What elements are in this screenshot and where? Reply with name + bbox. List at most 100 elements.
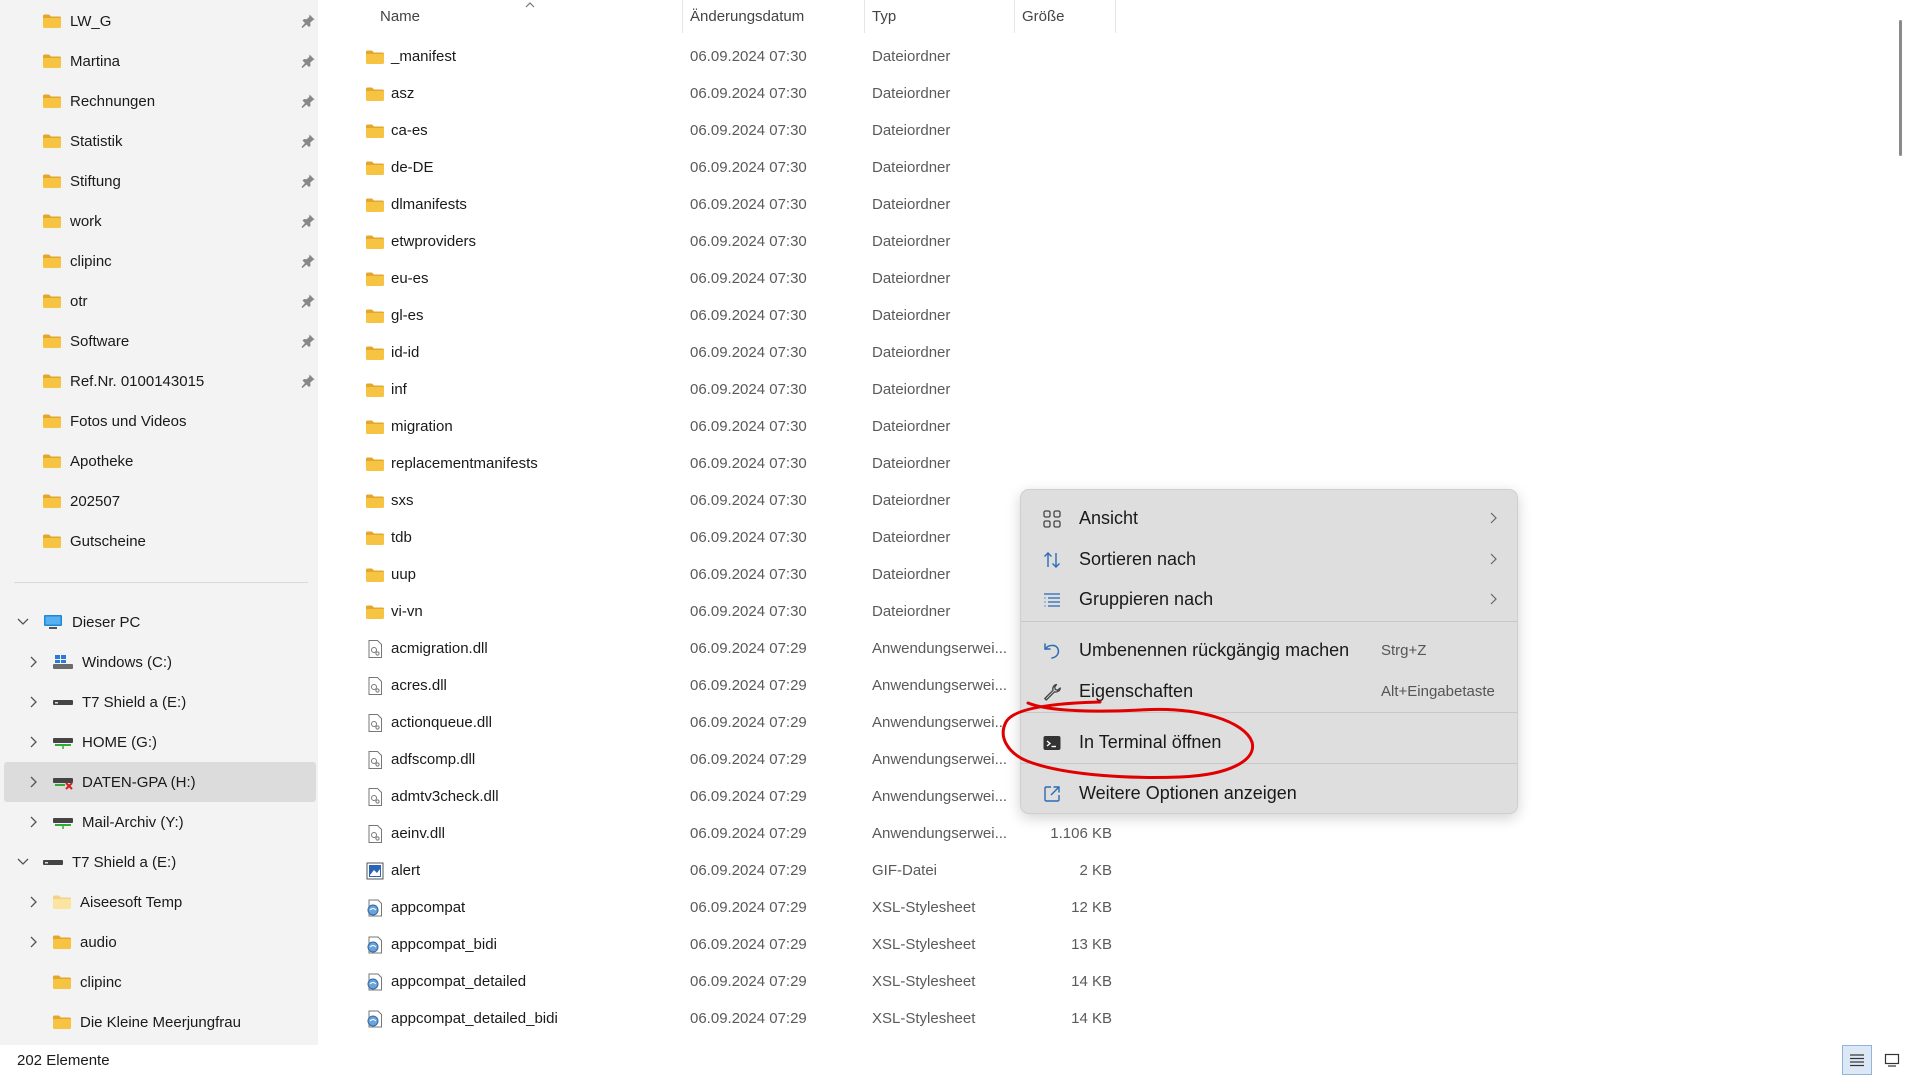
menu-item-umbenennen-rückgängig-machen[interactable]: Umbenennen rückgängig machen Strg+Z [1026,630,1512,670]
folder-icon [366,161,384,175]
sidebar-quick-access-item[interactable]: Statistik [4,121,316,161]
file-size [1012,38,1112,75]
sidebar-quick-access-item[interactable]: 202507 [4,481,316,521]
chevron-right-icon[interactable] [27,815,41,829]
pin-icon [301,374,315,388]
file-row[interactable]: alert 06.09.2024 07:29 GIF-Datei 2 KB [318,852,1878,889]
submenu-chevron-icon [1490,553,1497,565]
chevron-right-icon[interactable] [27,695,41,709]
menu-item-eigenschaften[interactable]: Eigenschaften Alt+Eingabetaste [1026,671,1512,711]
file-size: 13 KB [1071,936,1112,953]
folder-icon [43,414,61,428]
sidebar-item-label: otr [70,292,88,310]
sidebar-quick-access-item[interactable]: work [4,201,316,241]
file-name: dlmanifests [391,196,467,213]
file-row[interactable]: eu-es 06.09.2024 07:30 Dateiordner [318,260,1878,297]
menu-item-in-terminal-öffnen[interactable]: In Terminal öffnen [1026,722,1512,762]
file-type: Anwendungserwei... [872,714,1008,731]
sidebar-item-drive[interactable]: HOME (G:) [4,722,316,762]
file-row[interactable]: appcompat_detailed 06.09.2024 07:29 XSL-St… [318,963,1878,1000]
file-row[interactable]: appcompat 06.09.2024 07:29 XSL-Stylesheet 1… [318,889,1878,926]
sidebar-item-folder[interactable]: Die Kleine Meerjungfrau [4,1002,316,1042]
sidebar-item-t7-shield[interactable]: T7 Shield a (E:) [4,842,316,882]
file-name: appcompat_detailed_bidi [391,1010,558,1027]
sidebar-quick-access-item[interactable]: LW_G [4,1,316,41]
file-row[interactable]: _manifest 06.09.2024 07:30 Dateiordner [318,38,1878,75]
file-row[interactable]: replacementmanifests 06.09.2024 07:30 Date… [318,445,1878,482]
sidebar-quick-access-item[interactable]: Software [4,321,316,361]
file-row[interactable]: inf 06.09.2024 07:30 Dateiordner [318,371,1878,408]
sidebar-item-folder[interactable]: clipinc [4,962,316,1002]
sidebar-quick-access-item[interactable]: Apotheke [4,441,316,481]
file-row[interactable]: etwproviders 06.09.2024 07:30 Dateiordner [318,223,1878,260]
column-header-date[interactable]: Änderungsdatum [690,0,860,33]
sidebar-item-drive[interactable]: DATEN-GPA (H:) [4,762,316,802]
column-divider[interactable] [682,0,683,33]
file-name: acmigration.dll [391,640,488,657]
file-type: Dateiordner [872,85,951,102]
file-list-scrollbar-thumb[interactable] [1899,20,1902,156]
sidebar-quick-access-item[interactable]: Stiftung [4,161,316,201]
file-row[interactable]: de-DE 06.09.2024 07:30 Dateiordner [318,149,1878,186]
file-row[interactable]: dlmanifests 06.09.2024 07:30 Dateiordner [318,186,1878,223]
sidebar-quick-access-item[interactable]: Martina [4,41,316,81]
file-row[interactable]: aeinv.dll 06.09.2024 07:29 Anwendungserwei… [318,815,1878,852]
xsl-stylesheet-icon [367,973,382,991]
sidebar-item-label: 202507 [70,492,121,510]
column-header-name[interactable]: Name [380,0,600,33]
file-name: replacementmanifests [391,455,538,472]
menu-item-ansicht[interactable]: Ansicht [1026,498,1512,538]
details-view-button[interactable] [1842,1045,1872,1075]
sidebar-quick-access-item[interactable]: clipinc [4,241,316,281]
column-divider[interactable] [1014,0,1015,33]
file-size [1012,297,1112,334]
sidebar-item-folder[interactable]: Aiseesoft Temp [4,882,316,922]
sidebar-item-folder[interactable]: audio [4,922,316,962]
file-row[interactable]: asz 06.09.2024 07:30 Dateiordner [318,75,1878,112]
file-row[interactable]: gl-es 06.09.2024 07:30 Dateiordner [318,297,1878,334]
network-drive-icon [53,738,73,749]
column-divider[interactable] [1115,0,1116,33]
folder-icon [43,534,61,548]
column-divider[interactable] [864,0,865,33]
sidebar-item-label: Software [70,332,130,350]
chevron-right-icon[interactable] [27,935,41,949]
large-icons-view-button[interactable] [1877,1045,1907,1075]
sidebar-quick-access-item[interactable]: Gutscheine [4,521,316,561]
sidebar-quick-access-item[interactable]: Fotos und Videos [4,401,316,441]
chevron-right-icon[interactable] [27,895,41,909]
sidebar-item-this-pc[interactable]: Dieser PC [4,602,316,642]
chevron-down-icon[interactable] [16,615,30,629]
menu-item-shortcut: Strg+Z [1381,641,1427,659]
pin-icon [301,294,315,308]
file-size [1012,334,1112,371]
column-header-date-label: Änderungsdatum [690,8,805,25]
sidebar-item-label: Rechnungen [70,92,156,110]
folder-icon [366,457,384,471]
file-row[interactable]: ca-es 06.09.2024 07:30 Dateiordner [318,112,1878,149]
group-list-icon [1044,593,1060,607]
chevron-right-icon[interactable] [27,775,41,789]
column-header-size[interactable]: Größe [1022,0,1112,33]
menu-item-gruppieren-nach[interactable]: Gruppieren nach [1026,579,1512,619]
column-header-name-label: Name [380,8,421,25]
chevron-right-icon[interactable] [27,735,41,749]
sidebar-quick-access-item[interactable]: otr [4,281,316,321]
sidebar-item-drive[interactable]: Mail-Archiv (Y:) [4,802,316,842]
sidebar-item-drive[interactable]: Windows (C:) [4,642,316,682]
chevron-down-icon[interactable] [16,855,30,869]
file-row[interactable]: appcompat_bidi 06.09.2024 07:29 XSL-Styles… [318,926,1878,963]
folder-icon [43,374,61,388]
file-size: 14 KB [1071,1010,1112,1027]
chevron-right-icon[interactable] [27,655,41,669]
sidebar-quick-access-item[interactable]: Rechnungen [4,81,316,121]
menu-item-sortieren-nach[interactable]: Sortieren nach [1026,539,1512,579]
file-row[interactable]: appcompat_detailed_bidi 06.09.2024 07:29 X… [318,1000,1878,1037]
file-row[interactable]: id-id 06.09.2024 07:30 Dateiordner [318,334,1878,371]
file-row[interactable]: migration 06.09.2024 07:30 Dateiordner [318,408,1878,445]
sidebar-quick-access-item[interactable]: Ref.Nr. 0100143015 [4,361,316,401]
menu-item-weitere-optionen-anzeigen[interactable]: Weitere Optionen anzeigen [1026,773,1512,813]
submenu-chevron-icon [1490,593,1497,605]
sidebar-item-drive[interactable]: T7 Shield a (E:) [4,682,316,722]
column-header-type[interactable]: Typ [872,0,1002,33]
